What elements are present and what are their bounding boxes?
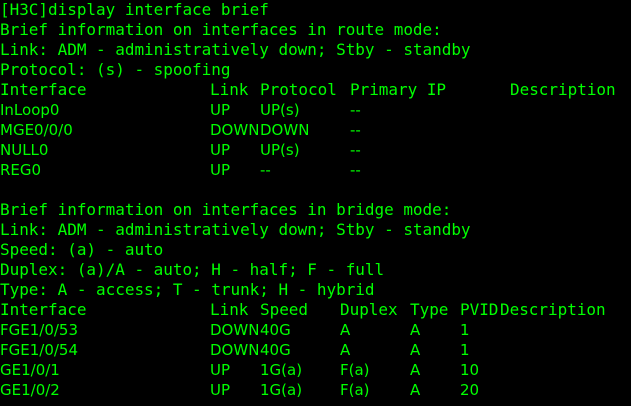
- bridge-row-speed: 40G: [260, 341, 291, 359]
- route-row-link: UP: [210, 161, 231, 179]
- route-row-protocol: UP(s): [260, 141, 300, 159]
- bridge-type-legend-line: Type: A - access; T - trunk; H - hybrid: [0, 280, 631, 300]
- bridge-link-legend: Link: ADM - administratively down; Stby …: [0, 220, 471, 239]
- route-row-protocol: UP(s): [260, 101, 300, 119]
- bridge-col-duplex: Duplex: [340, 300, 398, 319]
- route-col-protocol: Protocol: [260, 80, 337, 99]
- bridge-row-link: DOWN: [210, 341, 260, 359]
- route-row-primary-ip: --: [350, 101, 361, 119]
- bridge-row-duplex: F(a): [340, 381, 370, 399]
- route-row-link: DOWN: [210, 121, 260, 139]
- bridge-row-interface: GE1/0/2: [0, 381, 60, 399]
- bridge-col-link: Link: [210, 300, 249, 319]
- table-row: GE1/0/2 UP 1G(a) F(a) A 20: [0, 380, 631, 400]
- table-row: REG0 UP -- --: [0, 160, 631, 180]
- route-col-description: Description: [510, 80, 616, 99]
- route-protocol-legend-line: Protocol: (s) - spoofing: [0, 60, 631, 80]
- bridge-speed-legend-line: Speed: (a) - auto: [0, 240, 631, 260]
- bridge-col-description: Description: [500, 300, 606, 319]
- bridge-row-interface: FGE1/0/53: [0, 321, 79, 339]
- bridge-type-legend: Type: A - access; T - trunk; H - hybrid: [0, 280, 375, 299]
- bridge-row-duplex: F(a): [340, 361, 370, 379]
- bridge-col-pvid: PVID: [460, 300, 499, 319]
- bridge-link-legend-line: Link: ADM - administratively down; Stby …: [0, 220, 631, 240]
- table-row: FGE1/0/53 DOWN 40G A A 1: [0, 320, 631, 340]
- bridge-row-speed: 1G(a): [260, 381, 303, 399]
- table-row: FGE1/0/54 DOWN 40G A A 1: [0, 340, 631, 360]
- terminal-window[interactable]: [H3C]display interface brief Brief infor…: [0, 0, 631, 406]
- route-row-protocol: --: [260, 161, 271, 179]
- route-link-legend: Link: ADM - administratively down; Stby …: [0, 40, 471, 59]
- route-row-interface: NULL0: [0, 141, 49, 159]
- bridge-col-type: Type: [410, 300, 449, 319]
- bridge-row-link: UP: [210, 361, 231, 379]
- table-row: InLoop0 UP UP(s) --: [0, 100, 631, 120]
- bridge-mode-heading: Brief information on interfaces in bridg…: [0, 200, 452, 219]
- bridge-col-speed: Speed: [260, 300, 309, 319]
- command-line: [H3C]display interface brief: [0, 0, 631, 20]
- route-row-interface: MGE0/0/0: [0, 121, 73, 139]
- route-row-protocol: DOWN: [260, 121, 310, 139]
- bridge-mode-heading-line: Brief information on interfaces in bridg…: [0, 200, 631, 220]
- table-row: GE1/0/1 UP 1G(a) F(a) A 10: [0, 360, 631, 380]
- bridge-row-link: UP: [210, 381, 231, 399]
- route-row-link: UP: [210, 141, 231, 159]
- route-row-primary-ip: --: [350, 161, 361, 179]
- route-row-link: UP: [210, 101, 231, 119]
- command-prompt: [H3C]display interface brief: [0, 0, 269, 19]
- bridge-col-interface: Interface: [0, 300, 87, 319]
- route-row-primary-ip: --: [350, 141, 361, 159]
- bridge-row-speed: 40G: [260, 321, 291, 339]
- bridge-row-interface: FGE1/0/54: [0, 341, 79, 359]
- bridge-row-pvid: 10: [460, 361, 480, 379]
- bridge-row-speed: 1G(a): [260, 361, 303, 379]
- bridge-row-interface: GE1/0/1: [0, 361, 60, 379]
- bridge-row-type: A: [410, 381, 421, 399]
- route-row-interface: REG0: [0, 161, 42, 179]
- route-col-link: Link: [210, 80, 249, 99]
- route-row-interface: InLoop0: [0, 101, 60, 119]
- bridge-duplex-legend-line: Duplex: (a)/A - auto; H - half; F - full: [0, 260, 631, 280]
- bridge-row-pvid: 1: [460, 341, 470, 359]
- route-mode-heading-line: Brief information on interfaces in route…: [0, 20, 631, 40]
- bridge-duplex-legend: Duplex: (a)/A - auto; H - half; F - full: [0, 260, 385, 279]
- bridge-row-duplex: A: [340, 341, 351, 359]
- route-row-primary-ip: --: [350, 121, 361, 139]
- route-col-primary-ip: Primary IP: [350, 80, 447, 99]
- table-row: MGE0/0/0 DOWN DOWN --: [0, 120, 631, 140]
- route-link-legend-line: Link: ADM - administratively down; Stby …: [0, 40, 631, 60]
- bridge-row-type: A: [410, 341, 421, 359]
- route-table-header: Interface Link Protocol Primary IP Descr…: [0, 80, 631, 100]
- bridge-table-header: Interface Link Speed Duplex Type PVID De…: [0, 300, 631, 320]
- route-mode-heading: Brief information on interfaces in route…: [0, 20, 442, 39]
- bridge-row-pvid: 1: [460, 321, 470, 339]
- route-col-interface: Interface: [0, 80, 87, 99]
- bridge-row-duplex: A: [340, 321, 351, 339]
- bridge-row-pvid: 20: [460, 381, 480, 399]
- table-row: NULL0 UP UP(s) --: [0, 140, 631, 160]
- bridge-row-type: A: [410, 361, 421, 379]
- bridge-row-type: A: [410, 321, 421, 339]
- route-protocol-legend: Protocol: (s) - spoofing: [0, 60, 231, 79]
- bridge-speed-legend: Speed: (a) - auto: [0, 240, 164, 259]
- bridge-row-link: DOWN: [210, 321, 260, 339]
